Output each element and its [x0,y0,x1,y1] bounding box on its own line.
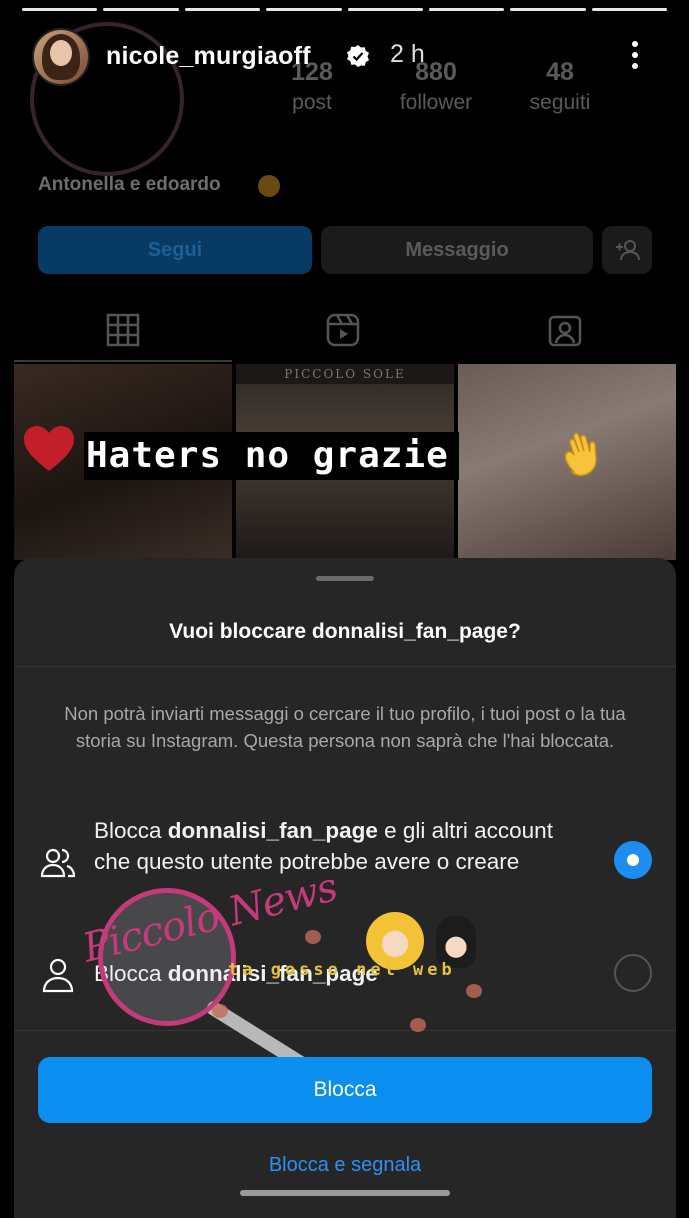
story-text-sticker: Haters no grazie [84,432,459,480]
story-username[interactable]: nicole_murgiaoff [106,42,311,71]
story-progress-bar [184,8,261,11]
sheet-title: Vuoi bloccare donnalisi_fan_page? [169,620,521,643]
grid-post-overlay-text: PICCOLO SOLE [236,364,454,384]
story-progress-bar [510,8,586,11]
story-progress-bars [22,8,667,12]
story-progress-bar [428,8,505,11]
radio-unselected[interactable] [614,954,652,992]
paw-print-icon [305,930,321,944]
message-button: Messaggio [321,226,593,274]
sheet-drag-handle[interactable] [316,576,374,581]
add-user-icon [602,226,652,274]
more-options-icon[interactable] [626,40,644,70]
sheet-description: Non potrà inviarti messaggi o cercare il… [64,703,626,751]
option-text: Blocca [94,818,168,843]
story-progress-bar [103,8,179,11]
story-progress-bar [266,8,342,11]
paw-print-icon [410,1018,426,1032]
red-heart-sticker-icon [24,426,74,471]
sheet-divider [14,666,676,667]
home-indicator[interactable] [240,1190,450,1196]
paw-print-icon [466,984,482,998]
block-option-all-accounts[interactable]: Blocca donnalisi_fan_page e gli altri ac… [94,815,594,877]
block-and-report-link[interactable]: Blocca e segnala [14,1154,676,1177]
profile-bio: Antonella e edoardo [38,174,221,195]
reels-tab-icon [326,313,360,347]
option-username: donnalisi_fan_page [167,818,378,843]
stat-following-value: 48 [546,58,574,86]
story-timestamp: 2 h [390,40,425,68]
single-user-icon [42,958,74,993]
tagged-tab-icon [548,315,582,347]
story-progress-bar [22,8,98,11]
stat-following: 48 seguiti [500,58,620,115]
block-button[interactable]: Blocca [38,1057,652,1123]
radio-selected[interactable] [614,841,652,879]
verified-badge-icon [347,45,369,67]
follow-button: Segui [38,226,312,274]
paw-print-icon [212,1004,228,1018]
watermark-web-text: ta gosso nel web [228,960,456,980]
multiple-users-icon [40,848,76,878]
active-tab-indicator [14,360,232,362]
stat-followers-label: follower [399,91,473,114]
story-progress-bar [347,8,423,11]
story-progress-bar [591,8,667,11]
stat-posts-label: post [292,91,332,114]
sheet-divider [14,1030,676,1031]
waving-hand-icon [564,432,597,477]
grid-tab-icon [106,313,140,347]
story-avatar[interactable] [32,28,90,86]
stat-following-label: seguiti [529,91,591,114]
smiling-cat-emoji-icon [258,175,280,197]
